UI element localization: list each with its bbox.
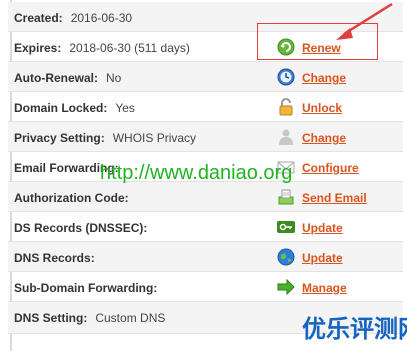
send-email-icon[interactable] — [277, 188, 295, 206]
row-label: Domain Locked: Yes — [14, 101, 135, 115]
globe-icon[interactable] — [277, 248, 295, 266]
row-label: DNS Setting: Custom DNS — [14, 311, 166, 325]
padlock-icon[interactable] — [277, 98, 295, 116]
change-privacy-link[interactable]: Change — [302, 131, 346, 145]
row-authorization-code: Authorization Code: Send Email — [8, 182, 403, 212]
row-value: No — [106, 71, 122, 85]
annotation-arrow-icon — [336, 2, 393, 40]
row-value: 2016-06-30 — [70, 11, 133, 25]
row-value: WHOIS Privacy — [112, 131, 197, 145]
unlock-link[interactable]: Unlock — [302, 101, 342, 115]
change-auto-renewal-link[interactable]: Change — [302, 71, 346, 85]
row-auto-renewal: Auto-Renewal: No Change — [8, 62, 403, 92]
row-privacy-setting: Privacy Setting: WHOIS Privacy Change — [8, 122, 403, 152]
row-label: DNS Records: — [14, 251, 95, 265]
manage-sub-domain-link[interactable]: Manage — [302, 281, 347, 295]
row-label: Authorization Code: — [14, 191, 129, 205]
row-value: 2018-06-30 (511 days) — [69, 41, 190, 55]
row-label: DS Records (DNSSEC): — [14, 221, 148, 235]
row-value: Yes — [115, 101, 135, 115]
watermark-url: http://www.daniao.org — [100, 162, 293, 184]
configure-email-link[interactable]: Configure — [302, 161, 359, 175]
watermark-cn: 优乐评测网 — [302, 315, 407, 343]
row-dns-records: DNS Records: Update — [8, 242, 403, 272]
send-email-link[interactable]: Send Email — [302, 191, 367, 205]
update-dns-records-link[interactable]: Update — [302, 251, 343, 265]
row-label: Created: 2016-06-30 — [14, 11, 133, 25]
row-label: Auto-Renewal: No — [14, 71, 122, 85]
person-icon[interactable] — [277, 128, 295, 146]
row-label: Privacy Setting: WHOIS Privacy — [14, 131, 197, 145]
update-ds-records-link[interactable]: Update — [302, 221, 343, 235]
key-icon[interactable] — [277, 218, 295, 236]
green-arrow-icon[interactable] — [277, 278, 295, 296]
row-label: Sub-Domain Forwarding: — [14, 281, 158, 295]
row-sub-domain-forwarding: Sub-Domain Forwarding: Manage — [8, 272, 403, 302]
row-value: Custom DNS — [95, 311, 166, 325]
row-label: Expires: 2018-06-30 (511 days) — [14, 41, 190, 55]
row-domain-locked: Domain Locked: Yes Unlock — [8, 92, 403, 122]
row-ds-records: DS Records (DNSSEC): Update — [8, 212, 403, 242]
clock-icon[interactable] — [277, 68, 295, 86]
